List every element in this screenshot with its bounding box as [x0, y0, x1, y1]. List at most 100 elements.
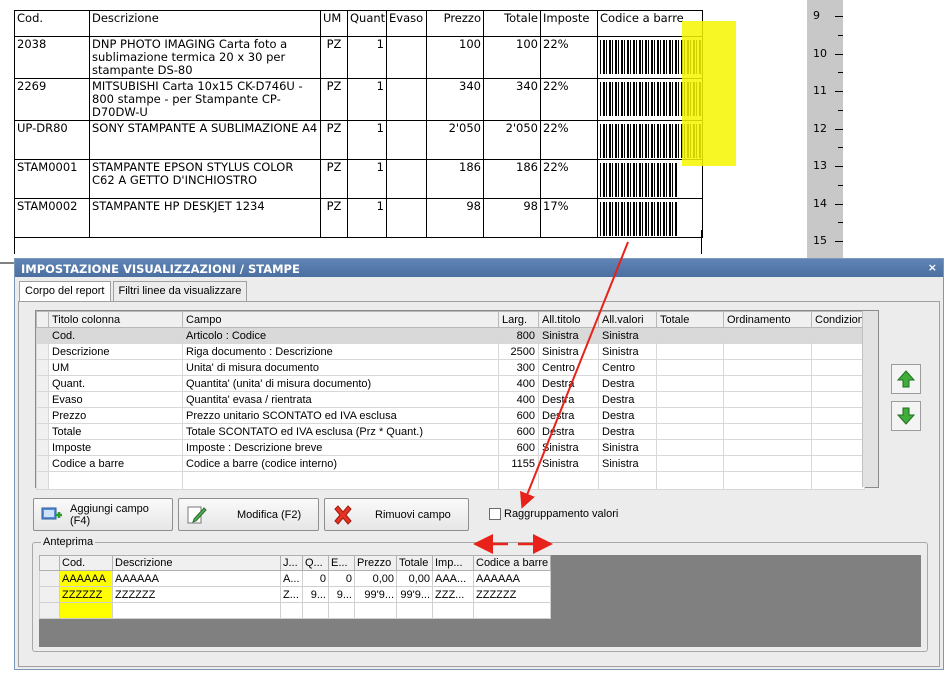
grid-cell-titolo[interactable]: Evaso	[48, 391, 183, 408]
grid-header-condizioni[interactable]: Condizioni	[811, 311, 866, 328]
grid-cell-larg[interactable]: 1155	[498, 455, 539, 472]
grid-cell-condizioni[interactable]	[811, 439, 865, 456]
grid-cell-all-titolo[interactable]: Destra	[538, 423, 599, 440]
grid-cell-totale[interactable]	[656, 391, 724, 408]
grid-new-row[interactable]	[36, 471, 865, 490]
grid-cell-condizioni[interactable]	[811, 391, 865, 408]
grid-cell-campo[interactable]: Prezzo unitario SCONTATO ed IVA esclusa	[182, 407, 499, 424]
row-indicator[interactable]	[36, 455, 49, 472]
grid-cell-empty[interactable]	[48, 471, 183, 490]
grid-cell-condizioni[interactable]	[811, 327, 865, 344]
grid-header-ordinamento[interactable]: Ordinamento	[723, 311, 812, 328]
grid-cell-larg[interactable]: 2500	[498, 343, 539, 360]
grid-cell-condizioni[interactable]	[811, 455, 865, 472]
grid-cell-all-valori[interactable]: Destra	[598, 423, 657, 440]
grid-row[interactable]: Descrizione Riga documento : Descrizione…	[36, 343, 865, 360]
grid-cell-empty[interactable]	[598, 471, 657, 490]
tab-filtri-linee[interactable]: Filtri linee da visualizzare	[112, 281, 248, 301]
grid-cell-totale[interactable]	[656, 455, 724, 472]
grid-row[interactable]: Quant. Quantita' (unita' di misura docum…	[36, 375, 865, 392]
grid-cell-campo[interactable]: Articolo : Codice	[182, 327, 499, 344]
grid-cell-campo[interactable]: Quantita' evasa / rientrata	[182, 391, 499, 408]
grid-cell-totale[interactable]	[656, 375, 724, 392]
grid-row[interactable]: Codice a barre Codice a barre (codice in…	[36, 455, 865, 472]
grid-header-totale[interactable]: Totale	[656, 311, 724, 328]
grid-cell-all-titolo[interactable]: Sinistra	[538, 343, 599, 360]
row-indicator[interactable]	[36, 343, 49, 360]
grid-cell-empty[interactable]	[538, 471, 599, 490]
grid-cell-totale[interactable]	[656, 327, 724, 344]
grid-cell-totale[interactable]	[656, 359, 724, 376]
grid-cell-larg[interactable]: 600	[498, 439, 539, 456]
grid-cell-all-valori[interactable]: Destra	[598, 407, 657, 424]
grid-row[interactable]: Imposte Imposte : Descrizione breve 600 …	[36, 439, 865, 456]
move-down-button[interactable]	[891, 401, 921, 431]
grid-scrollbar[interactable]	[862, 311, 878, 487]
grid-cell-condizioni[interactable]	[811, 375, 865, 392]
row-indicator[interactable]	[36, 359, 49, 376]
grid-cell-campo[interactable]: Riga documento : Descrizione	[182, 343, 499, 360]
grid-row[interactable]: Evaso Quantita' evasa / rientrata 400 De…	[36, 391, 865, 408]
row-indicator[interactable]	[36, 439, 49, 456]
add-field-button[interactable]: Aggiungi campo (F4)	[33, 498, 173, 531]
grid-cell-all-valori[interactable]: Destra	[598, 375, 657, 392]
fields-grid[interactable]: Titolo colonna Campo Larg. All.titolo Al…	[35, 310, 879, 490]
grid-cell-all-titolo[interactable]: Centro	[538, 359, 599, 376]
grid-cell-larg[interactable]: 600	[498, 423, 539, 440]
grid-cell-all-titolo[interactable]: Destra	[538, 375, 599, 392]
grid-cell-all-valori[interactable]: Sinistra	[598, 343, 657, 360]
grid-row[interactable]: Prezzo Prezzo unitario SCONTATO ed IVA e…	[36, 407, 865, 424]
grid-cell-larg[interactable]: 800	[498, 327, 539, 344]
grid-cell-empty[interactable]	[656, 471, 724, 490]
grid-cell-empty[interactable]	[723, 471, 812, 490]
grid-cell-totale[interactable]	[656, 343, 724, 360]
grid-cell-ordinamento[interactable]	[723, 343, 812, 360]
grid-cell-all-titolo[interactable]: Destra	[538, 391, 599, 408]
remove-field-button[interactable]: Rimuovi campo	[324, 498, 469, 531]
grid-header-all-titolo[interactable]: All.titolo	[538, 311, 599, 328]
grid-cell-larg[interactable]: 400	[498, 391, 539, 408]
move-up-button[interactable]	[891, 364, 921, 394]
grid-cell-titolo[interactable]: Codice a barre	[48, 455, 183, 472]
grid-cell-titolo[interactable]: Prezzo	[48, 407, 183, 424]
grid-cell-totale[interactable]	[656, 407, 724, 424]
grid-header-campo[interactable]: Campo	[182, 311, 499, 328]
grid-cell-totale[interactable]	[656, 439, 724, 456]
row-indicator[interactable]	[36, 471, 49, 490]
grid-cell-campo[interactable]: Quantita' (unita' di misura documento)	[182, 375, 499, 392]
grid-cell-all-valori[interactable]: Destra	[598, 391, 657, 408]
grid-cell-titolo[interactable]: UM	[48, 359, 183, 376]
grid-cell-campo[interactable]: Totale SCONTATO ed IVA esclusa (Prz * Qu…	[182, 423, 499, 440]
grid-cell-titolo[interactable]: Quant.	[48, 375, 183, 392]
grid-cell-campo[interactable]: Codice a barre (codice interno)	[182, 455, 499, 472]
grid-cell-campo[interactable]: Unita' di misura documento	[182, 359, 499, 376]
grid-cell-empty[interactable]	[811, 471, 865, 490]
grid-cell-ordinamento[interactable]	[723, 359, 812, 376]
grid-cell-condizioni[interactable]	[811, 423, 865, 440]
grid-cell-empty[interactable]	[182, 471, 499, 490]
grid-cell-titolo[interactable]: Totale	[48, 423, 183, 440]
grid-cell-all-titolo[interactable]: Sinistra	[538, 439, 599, 456]
close-icon[interactable]: ×	[928, 261, 937, 274]
grid-cell-titolo[interactable]: Descrizione	[48, 343, 183, 360]
row-indicator[interactable]	[36, 423, 49, 440]
grid-cell-all-titolo[interactable]: Destra	[538, 407, 599, 424]
edit-field-button[interactable]: Modifica (F2)	[178, 498, 319, 531]
tab-corpo-report[interactable]: Corpo del report	[19, 281, 111, 302]
grid-cell-ordinamento[interactable]	[723, 455, 812, 472]
grid-row[interactable]: UM Unita' di misura documento 300 Centro…	[36, 359, 865, 376]
grid-cell-condizioni[interactable]	[811, 407, 865, 424]
row-indicator[interactable]	[36, 375, 49, 392]
grid-cell-ordinamento[interactable]	[723, 391, 812, 408]
grid-cell-larg[interactable]: 600	[498, 407, 539, 424]
grid-cell-ordinamento[interactable]	[723, 327, 812, 344]
dialog-titlebar[interactable]: IMPOSTAZIONE VISUALIZZAZIONI / STAMPE ×	[15, 259, 943, 277]
grid-row[interactable]: Cod. Articolo : Codice 800 Sinistra Sini…	[36, 327, 865, 344]
grid-cell-larg[interactable]: 300	[498, 359, 539, 376]
grid-cell-all-titolo[interactable]: Sinistra	[538, 455, 599, 472]
grid-cell-ordinamento[interactable]	[723, 407, 812, 424]
grid-cell-condizioni[interactable]	[811, 359, 865, 376]
grid-cell-ordinamento[interactable]	[723, 439, 812, 456]
grid-cell-larg[interactable]: 400	[498, 375, 539, 392]
grid-cell-ordinamento[interactable]	[723, 423, 812, 440]
